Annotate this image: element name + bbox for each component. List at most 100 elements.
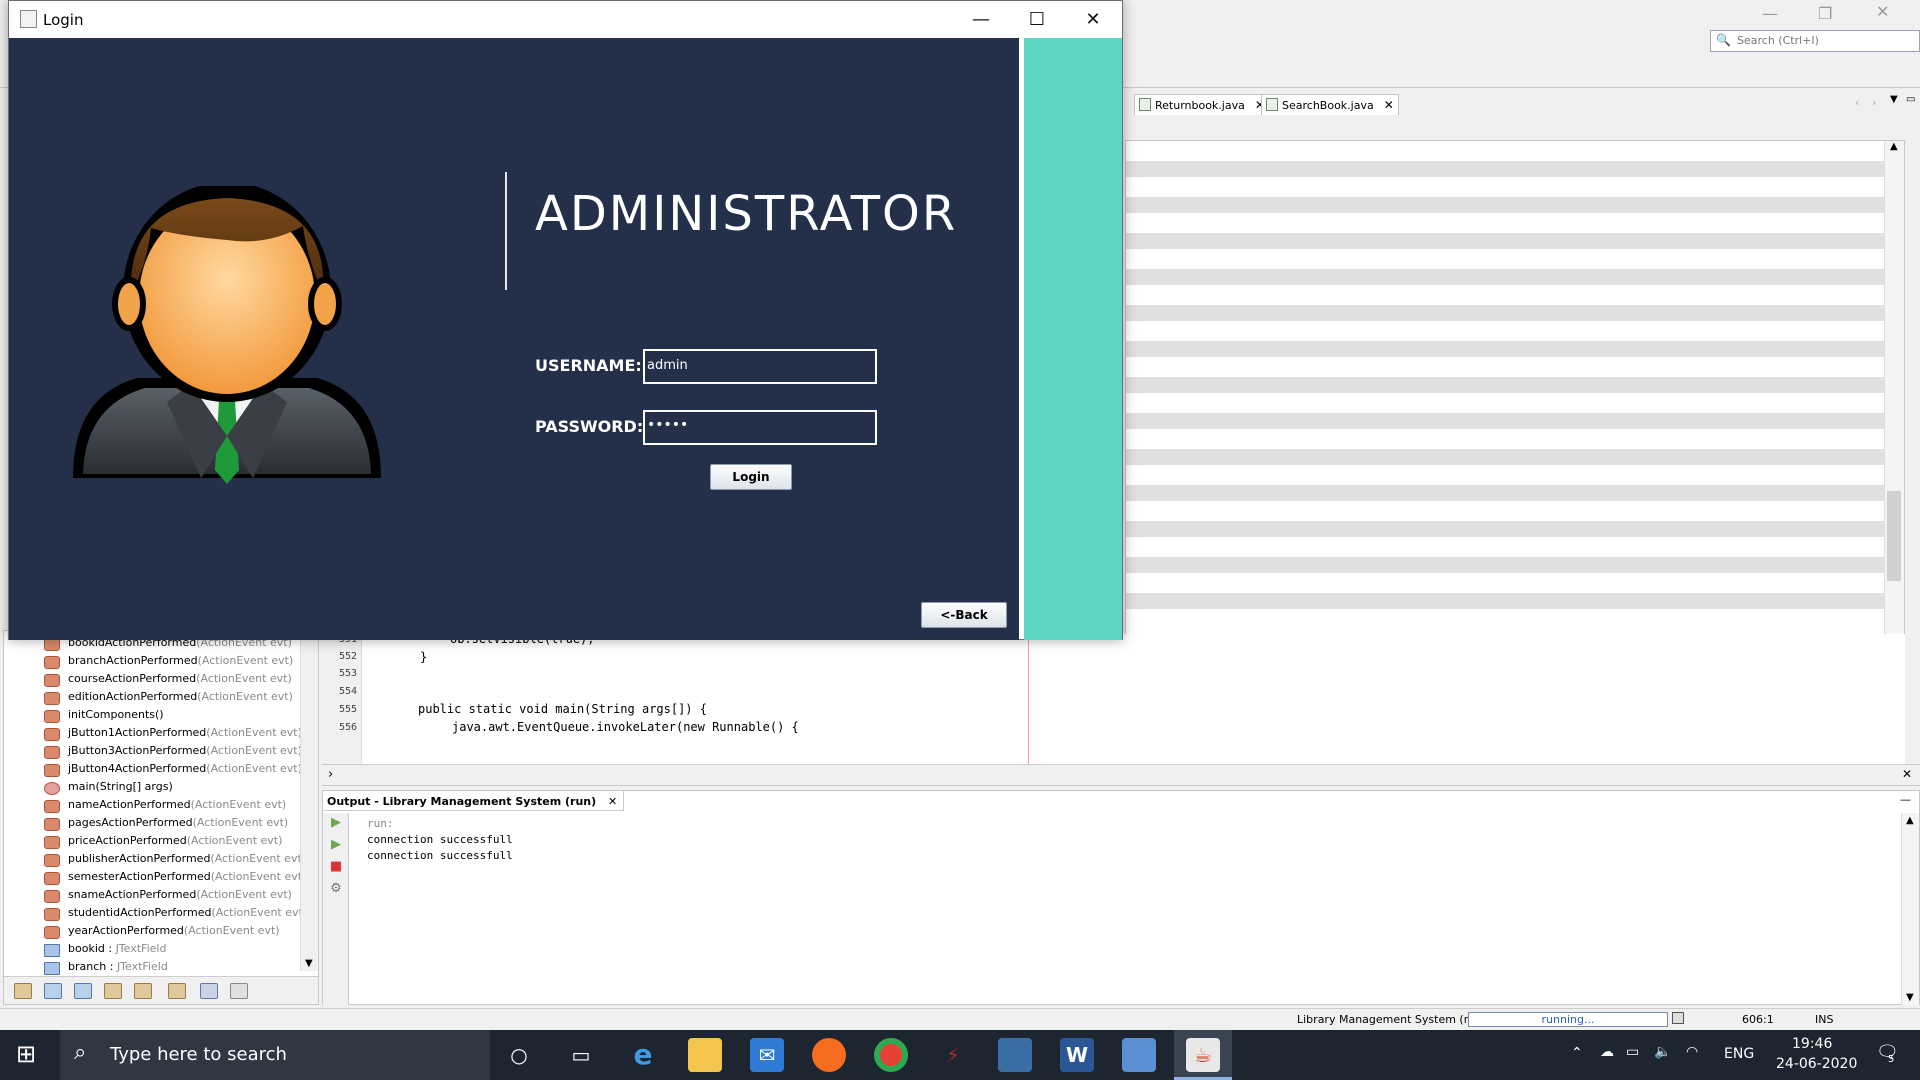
clock-date[interactable]: 24-06-2020 (1776, 1056, 1857, 1072)
output-tab[interactable]: Output - Library Management System (run)… (323, 791, 625, 811)
minimize-panel-icon[interactable]: — (1900, 793, 1911, 806)
nav-member[interactable]: snameActionPerformed(ActionEvent evt) (40, 888, 292, 906)
nav-member[interactable]: courseActionPerformed(ActionEvent evt) (40, 672, 292, 690)
firefox-icon[interactable] (812, 1038, 846, 1072)
task-view-icon[interactable]: ▭ (564, 1038, 598, 1072)
tab-list-dropdown-icon[interactable]: ▼ (1890, 94, 1898, 105)
editor-tabs: Returnbook.java ✕ SearchBook.java ✕ ‹ › ▼ … (1120, 94, 1920, 115)
scroll-up-icon[interactable]: ▲ (1906, 815, 1914, 826)
highlight-stripe (1126, 557, 1884, 573)
password-value: ••••• (647, 417, 689, 433)
filter-fields-icon[interactable] (44, 983, 62, 999)
chrome-icon[interactable] (874, 1038, 908, 1072)
back-button[interactable]: <-Back (921, 602, 1007, 628)
rerun-icon[interactable]: ▶ (328, 815, 344, 831)
predator-icon[interactable]: ⚡ (936, 1038, 970, 1072)
login-button[interactable]: Login (710, 464, 792, 490)
battery-icon[interactable]: ▭ (1626, 1044, 1639, 1060)
scroll-down-icon[interactable]: ▼ (305, 958, 313, 969)
member-signature: (ActionEvent evt) (197, 654, 294, 667)
maximize-editor-icon[interactable]: ▭ (1906, 94, 1915, 105)
java-icon[interactable]: ☕ (1186, 1038, 1220, 1072)
nav-member[interactable]: semesterActionPerformed(ActionEvent evt) (40, 870, 306, 888)
language-indicator[interactable]: ENG (1724, 1046, 1754, 1062)
status-project: Library Management System (run) (1297, 1013, 1487, 1026)
wifi-icon[interactable]: ◠ (1686, 1044, 1698, 1060)
method-icon (44, 926, 60, 939)
filter-nonpublic-icon[interactable] (104, 983, 122, 999)
filter-inner-classes-icon[interactable] (134, 983, 152, 999)
edge-icon[interactable]: e (626, 1038, 660, 1072)
nav-member[interactable]: priceActionPerformed(ActionEvent evt) (40, 834, 282, 852)
line-number: 555 (338, 704, 357, 715)
file-explorer-icon[interactable] (688, 1038, 722, 1072)
scroll-tabs-right-icon[interactable]: › (1872, 96, 1876, 109)
show-hidden-icons-icon[interactable]: ⌃ (1571, 1045, 1583, 1061)
onedrive-icon[interactable]: ☁ (1600, 1044, 1614, 1060)
password-field[interactable]: ••••• (643, 410, 877, 445)
nav-member[interactable]: main(String[] args) (40, 780, 173, 798)
taskbar-search-placeholder: Type here to search (110, 1044, 287, 1065)
mail-icon[interactable]: ✉ (750, 1038, 784, 1072)
maximize-icon[interactable]: ☐ (1009, 5, 1065, 35)
ide-minimize-icon[interactable]: — (1762, 4, 1778, 23)
nav-member[interactable]: jButton3ActionPerformed(ActionEvent evt) (40, 744, 302, 762)
stop-icon[interactable]: ■ (328, 859, 344, 875)
method-icon (44, 746, 60, 759)
highlight-stripe (1126, 305, 1884, 321)
login-titlebar: Login — ☐ ✕ (9, 1, 1122, 38)
filter-fqn-icon[interactable] (168, 983, 186, 999)
member-name: courseActionPerformed (68, 672, 197, 685)
code-editor-lower[interactable]: 551 552 553 554 555 556 ob.setVisible(tr… (322, 632, 1905, 764)
ide-close-icon[interactable]: ✕ (1876, 2, 1889, 21)
login-panel: ADMINISTRATOR USERNAME: admin PASSWORD: … (9, 38, 1019, 640)
member-name: yearActionPerformed (68, 924, 184, 937)
tab-searchbook[interactable]: SearchBook.java ✕ (1261, 94, 1399, 115)
word-icon[interactable]: W (1060, 1038, 1094, 1072)
username-field[interactable]: admin (643, 349, 877, 384)
close-icon[interactable]: ✕ (1384, 98, 1394, 112)
scroll-thumb[interactable] (1887, 491, 1901, 581)
nav-member[interactable]: jButton4ActionPerformed(ActionEvent evt) (40, 762, 302, 780)
nav-member[interactable]: nameActionPerformed(ActionEvent evt) (40, 798, 286, 816)
scroll-tabs-left-icon[interactable]: ‹ (1855, 96, 1859, 109)
nav-member[interactable]: yearActionPerformed(ActionEvent evt) (40, 924, 280, 942)
sort-by-source-icon[interactable] (230, 983, 248, 999)
cancel-task-icon[interactable] (1672, 1012, 1684, 1024)
taskbar-search-box[interactable]: ⌕ Type here to search (60, 1030, 490, 1080)
nav-member[interactable]: jButton1ActionPerformed(ActionEvent evt) (40, 726, 302, 744)
nav-member[interactable]: publisherActionPerformed(ActionEvent evt… (40, 852, 306, 870)
close-icon[interactable]: ✕ (1902, 767, 1912, 781)
member-name: bookid : (68, 942, 116, 955)
minimize-icon[interactable]: — (953, 5, 1009, 35)
close-icon[interactable]: ✕ (1065, 5, 1121, 35)
nav-member[interactable]: bookid : JTextField (40, 942, 166, 960)
cortana-icon[interactable]: ○ (502, 1038, 536, 1072)
ide-restore-icon[interactable]: ❐ (1818, 4, 1832, 23)
scroll-down-icon[interactable]: ▼ (1906, 992, 1914, 1003)
settings-icon[interactable]: ⚙ (328, 881, 344, 897)
output-scrollbar[interactable]: ▲ ▼ (1901, 813, 1919, 1005)
filter-static-icon[interactable] (74, 983, 92, 999)
ide-search-input[interactable]: 🔍 Search (Ctrl+I) (1710, 30, 1920, 52)
run-progress-bar[interactable]: running... (1468, 1012, 1668, 1027)
nav-member[interactable]: initComponents() (40, 708, 164, 726)
member-name: branchActionPerformed (68, 654, 198, 667)
navigator-scrollbar[interactable]: ▼ (300, 631, 318, 971)
scroll-up-icon[interactable]: ▲ (1890, 141, 1898, 152)
highlight-stripe (1126, 485, 1884, 501)
clock-time[interactable]: 19:46 (1792, 1036, 1832, 1052)
mysql-workbench-icon[interactable] (998, 1038, 1032, 1072)
windows-start-icon[interactable]: ⊞ (16, 1040, 36, 1068)
sort-by-name-icon[interactable] (200, 983, 218, 999)
nav-member[interactable]: studentidActionPerformed(ActionEvent evt… (40, 906, 307, 924)
tab-returnbook[interactable]: Returnbook.java ✕ (1134, 94, 1270, 115)
nav-member[interactable]: editionActionPerformed(ActionEvent evt) (40, 690, 293, 708)
filter-inherited-icon[interactable] (14, 983, 32, 999)
close-icon[interactable]: ✕ (608, 795, 617, 808)
rerun-with-params-icon[interactable]: ▶ (328, 837, 344, 853)
volume-icon[interactable]: 🔈 (1654, 1044, 1671, 1060)
nav-member[interactable]: branchActionPerformed(ActionEvent evt) (40, 654, 293, 672)
virtualbox-icon[interactable] (1122, 1038, 1156, 1072)
nav-member[interactable]: pagesActionPerformed(ActionEvent evt) (40, 816, 288, 834)
